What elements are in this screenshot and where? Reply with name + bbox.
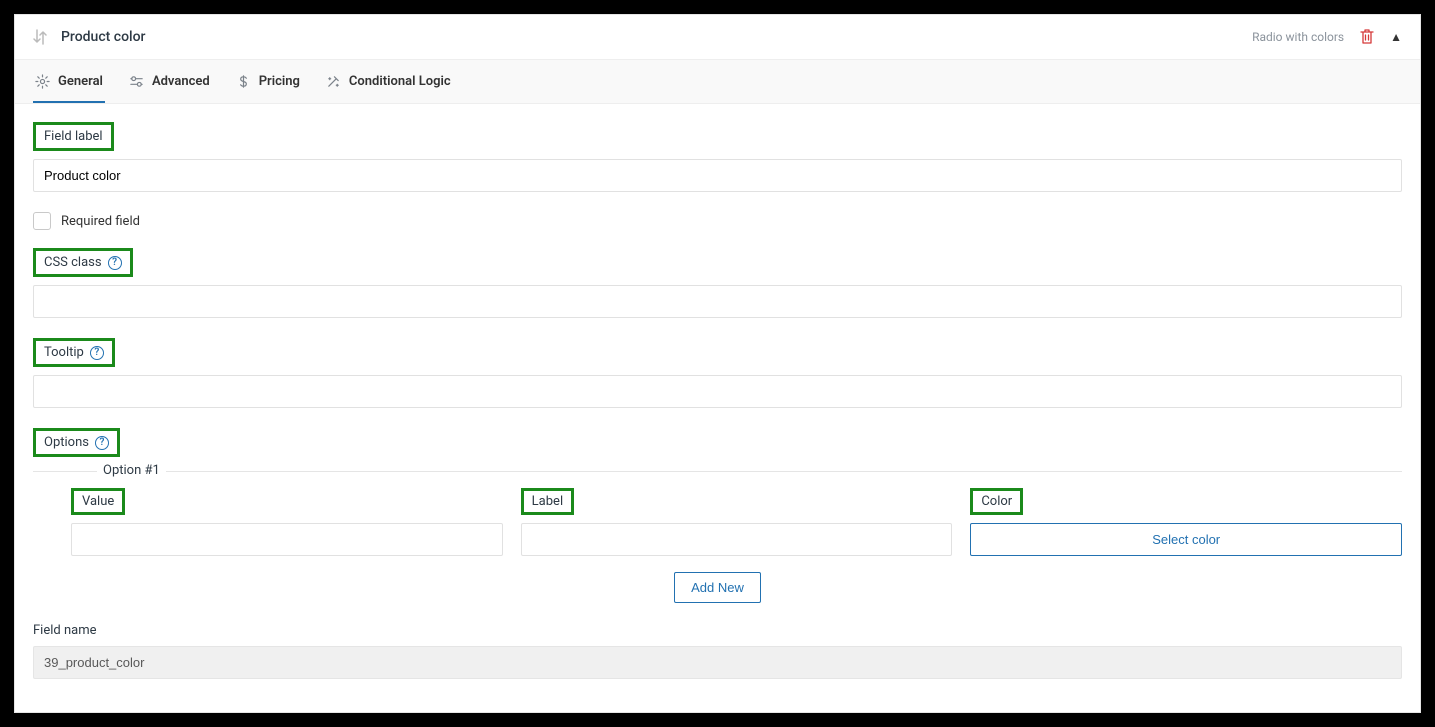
panel-header: Product color Radio with colors ▲ [15, 15, 1420, 60]
help-icon[interactable]: ? [95, 436, 109, 450]
tab-label: Pricing [259, 74, 300, 89]
panel-header-left: Product color [33, 29, 146, 45]
tooltip-input[interactable] [33, 375, 1402, 408]
field-type-label: Radio with colors [1252, 30, 1344, 44]
tab-label: General [58, 74, 103, 89]
collapse-icon[interactable]: ▲ [1390, 30, 1402, 44]
option-value-input[interactable] [71, 523, 503, 556]
drag-handle-icon[interactable] [33, 29, 47, 45]
required-checkbox[interactable] [33, 212, 51, 230]
tab-conditional-logic[interactable]: Conditional Logic [324, 60, 453, 103]
field-name-label: Field name [33, 623, 1402, 638]
option-row: Value Label Color [33, 488, 1402, 556]
field-label-group: Field label [33, 122, 1402, 192]
panel-title: Product color [61, 29, 146, 45]
option-color-label: Color [970, 488, 1023, 515]
required-label: Required field [61, 214, 140, 229]
field-name-input [33, 646, 1402, 679]
option-value-label: Value [71, 488, 125, 515]
gear-icon [35, 74, 50, 89]
trash-icon[interactable] [1360, 29, 1374, 45]
field-config-panel: Product color Radio with colors ▲ Genera… [14, 14, 1421, 713]
tab-label: Advanced [152, 74, 210, 89]
add-new-button[interactable]: Add New [674, 572, 761, 603]
tooltip-label: Tooltip ? [33, 338, 115, 367]
option-label-input[interactable] [521, 523, 953, 556]
options-group: Options ? Option #1 Value [33, 428, 1402, 603]
option-color-col: Color Select color [970, 488, 1402, 556]
tab-pricing[interactable]: Pricing [234, 60, 302, 103]
css-class-group: CSS class ? [33, 248, 1402, 318]
css-class-input[interactable] [33, 285, 1402, 318]
panel-header-right: Radio with colors ▲ [1252, 29, 1402, 45]
help-icon[interactable]: ? [108, 256, 122, 270]
help-icon[interactable]: ? [90, 346, 104, 360]
tab-content-general: Field label Required field CSS class ? T… [15, 104, 1420, 697]
field-label-label: Field label [33, 122, 114, 151]
required-field-row: Required field [33, 212, 1402, 230]
tab-advanced[interactable]: Advanced [127, 60, 212, 103]
option-label-label: Label [521, 488, 574, 515]
magic-wand-icon [326, 74, 341, 89]
option-label-col: Label [521, 488, 953, 556]
sliders-icon [129, 74, 144, 89]
field-label-input[interactable] [33, 159, 1402, 192]
css-class-label: CSS class ? [33, 248, 133, 277]
options-label: Options ? [33, 428, 120, 457]
tooltip-group: Tooltip ? [33, 338, 1402, 408]
tabs-bar: General Advanced Pricing Conditional Log… [15, 60, 1420, 104]
option-1-fieldset: Option #1 Value Label [33, 471, 1402, 556]
add-new-row: Add New [33, 572, 1402, 603]
option-value-col: Value [71, 488, 503, 556]
tab-general[interactable]: General [33, 60, 105, 103]
select-color-button[interactable]: Select color [970, 523, 1402, 556]
dollar-icon [236, 74, 251, 89]
option-legend: Option #1 [97, 463, 166, 478]
field-name-group: Field name [33, 623, 1402, 679]
tab-label: Conditional Logic [349, 74, 451, 89]
